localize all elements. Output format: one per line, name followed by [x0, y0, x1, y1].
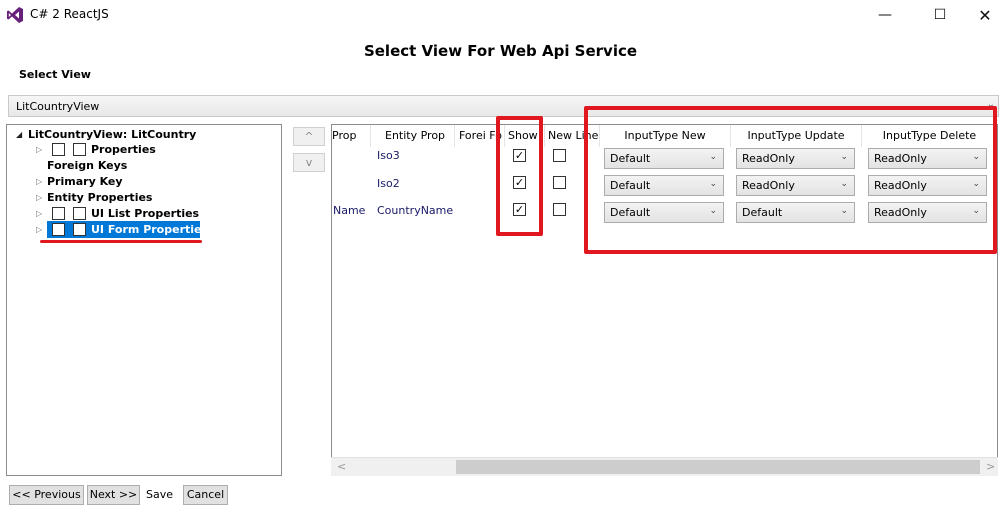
- collapsed-arrow-icon[interactable]: ▷: [36, 193, 42, 202]
- scroll-left-icon[interactable]: <: [337, 460, 346, 473]
- collapsed-arrow-icon[interactable]: ▷: [36, 225, 42, 234]
- tree-item-ui-form-properties[interactable]: UI Form Properties: [91, 222, 208, 238]
- collapsed-arrow-icon[interactable]: ▷: [36, 145, 42, 154]
- minimize-icon[interactable]: —: [862, 0, 908, 30]
- collapsed-arrow-icon[interactable]: ▷: [36, 209, 42, 218]
- cancel-button[interactable]: Cancel: [183, 485, 228, 505]
- tree-root[interactable]: LitCountryView: LitCountry: [28, 127, 196, 143]
- cell-prop: Name: [333, 204, 366, 217]
- tree-checkbox[interactable]: [52, 143, 65, 156]
- move-down-button[interactable]: v: [293, 153, 325, 172]
- visual-studio-icon: [7, 7, 23, 23]
- page-title: Select View For Web Api Service: [363, 42, 638, 60]
- select-view-label: Select View: [19, 68, 91, 81]
- save-button[interactable]: Save: [146, 488, 173, 501]
- tree-item-foreign-keys[interactable]: Foreign Keys: [47, 158, 127, 174]
- entity-tree[interactable]: ◢ LitCountryView: LitCountry ▷ Propertie…: [6, 124, 282, 476]
- annotation-box-inputtypes: [584, 106, 997, 254]
- scrollbar-thumb[interactable]: [456, 460, 980, 474]
- scroll-right-icon[interactable]: >: [986, 460, 995, 473]
- view-select-value: LitCountryView: [16, 100, 100, 113]
- move-up-button[interactable]: ^: [293, 127, 325, 146]
- annotation-underline: [40, 240, 202, 243]
- tree-checkbox[interactable]: [73, 207, 86, 220]
- tree-checkbox[interactable]: [73, 223, 86, 236]
- tree-item-ui-list-properties[interactable]: UI List Properties: [91, 206, 199, 222]
- cell-entity-prop: CountryName: [377, 204, 454, 217]
- column-header-entity-prop[interactable]: Entity Prop: [371, 125, 455, 147]
- new-line-checkbox[interactable]: [553, 203, 566, 216]
- cell-entity-prop: Iso3: [377, 149, 400, 162]
- window-title: C# 2 ReactJS: [30, 7, 109, 21]
- tree-item-properties[interactable]: Properties: [91, 142, 156, 158]
- cell-entity-prop: Iso2: [377, 177, 400, 190]
- maximize-icon[interactable]: ☐: [917, 0, 963, 30]
- title-bar: C# 2 ReactJS — ☐ ✕: [0, 0, 1001, 30]
- close-icon[interactable]: ✕: [962, 0, 1001, 30]
- column-header-prop[interactable]: Prop: [332, 125, 371, 147]
- tree-checkbox[interactable]: [73, 143, 86, 156]
- next-button[interactable]: Next >>: [87, 485, 140, 505]
- annotation-box-show: [496, 116, 543, 236]
- tree-checkbox[interactable]: [52, 223, 65, 236]
- previous-button[interactable]: << Previous: [9, 485, 84, 505]
- new-line-checkbox[interactable]: [553, 176, 566, 189]
- expanded-arrow-icon[interactable]: ◢: [16, 130, 22, 139]
- horizontal-scrollbar[interactable]: < >: [331, 457, 998, 476]
- tree-item-entity-properties[interactable]: Entity Properties: [47, 190, 152, 206]
- new-line-checkbox[interactable]: [553, 149, 566, 162]
- collapsed-arrow-icon[interactable]: ▷: [36, 177, 42, 186]
- tree-checkbox[interactable]: [52, 207, 65, 220]
- tree-item-primary-key[interactable]: Primary Key: [47, 174, 123, 190]
